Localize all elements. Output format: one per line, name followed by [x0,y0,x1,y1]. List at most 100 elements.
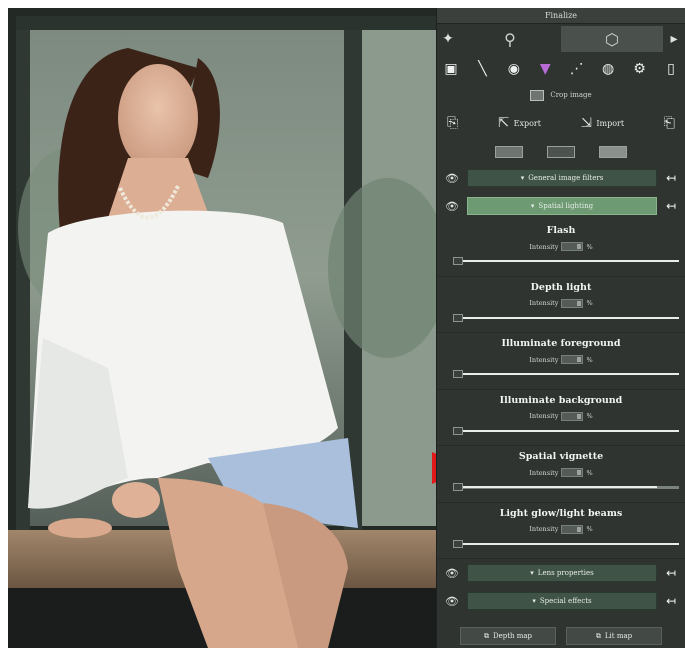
slider-handle[interactable] [453,313,463,322]
eye-icon[interactable]: 👁 [443,567,461,580]
import-icon: ⇲ [580,115,593,131]
intensity-input[interactable] [561,298,584,308]
preset-2[interactable] [547,146,575,158]
section-lens: 👁 ▾ Lens properties ↤ [437,559,685,587]
effect-3: Illuminate background Intensity% [437,390,685,446]
brush-icon[interactable]: ╲ [472,59,492,79]
intensity-row: Intensity% [437,524,685,534]
slider-fill [457,373,679,375]
intensity-input[interactable] [561,242,584,251]
sparkle-icon[interactable]: ✦ [437,31,459,47]
intensity-slider[interactable] [457,429,679,432]
special-effects-button[interactable]: ▾ Special effects [467,592,657,610]
intensity-slider[interactable] [457,260,679,262]
chevron-down-icon: ▾ [532,597,536,605]
intensity-slider[interactable] [457,316,679,319]
slider-fill [457,429,679,432]
color-wheel-icon[interactable]: ◉ [504,59,524,79]
eye-icon[interactable]: 👁 [443,200,461,213]
intensity-slider[interactable] [457,542,679,545]
reset-icon[interactable]: ↤ [663,171,679,185]
document-icon[interactable]: ▯ [661,59,681,79]
section-label: General image filters [528,174,604,182]
map-icon: ⧉ [483,631,489,640]
preset-3[interactable] [599,146,627,158]
depth-map-button[interactable]: ⧉ Depth map [460,627,556,645]
map-icon: ⧉ [595,631,601,640]
effect-0: Flash Intensity% [437,220,685,277]
effect-name: Illuminate background [499,394,623,406]
chevron-down-icon: ▾ [520,174,525,182]
intensity-slider[interactable] [457,373,679,375]
gear-icon[interactable]: ⚙ [630,59,650,79]
spatial-lighting-button[interactable]: ▾ Spatial lighting [467,197,657,215]
tab-3d[interactable]: ⬡ [561,26,663,52]
image-icon[interactable]: ▣ [441,59,461,79]
intensity-input[interactable] [561,355,584,364]
load-icon-button[interactable]: ⎗ [664,115,675,131]
intensity-row: Intensity% [437,298,685,308]
intensity-unit: % [586,525,593,533]
effect-4: Spatial vignette Intensity% [437,446,685,503]
finalize-panel: Finalize ✦ ⚲ ⬡ ▸ ▣ ╲ ◉ ▼ ⋰ ◍ ⚙ ▯ Crop im… [436,8,685,648]
nodes-icon[interactable]: ⋰ [567,59,587,79]
tab-search[interactable]: ⚲ [459,26,561,52]
save-icon-button[interactable]: ⎘ [447,115,458,131]
general-image-filters-button[interactable]: ▾ General image filters [467,169,657,187]
image-canvas[interactable] [8,8,436,648]
export-icon: ⇱ [497,115,510,131]
section-special: 👁 ▾ Special effects ↤ [437,587,685,615]
chevron-down-icon: ▾ [530,569,534,577]
slider-handle[interactable] [453,483,463,491]
effect-name: Depth light [530,281,592,293]
effect-name: Spatial vignette [518,451,604,462]
crop-label: Crop image [550,91,592,99]
eye-icon[interactable]: 👁 [443,595,461,608]
effect-name: Light glow/light beams [499,507,623,519]
slider-handle[interactable] [453,370,463,378]
intensity-input[interactable] [561,411,584,421]
preset-1[interactable] [495,146,523,158]
section-label: Lens properties [537,569,594,577]
intensity-label: Intensity [529,355,559,364]
lit-map-button[interactable]: ⧉ Lit map [566,627,662,645]
reset-icon[interactable]: ↤ [663,566,679,580]
reset-icon[interactable]: ↤ [663,594,679,608]
effect-1: Depth light Intensity% [437,277,685,333]
map-buttons: ⧉ Depth map ⧉ Lit map [437,624,685,648]
mode-tabs: ✦ ⚲ ⬡ ▸ [437,24,685,54]
eye-icon[interactable]: 👁 [443,172,461,185]
export-button[interactable]: ⇱ Export [498,115,541,131]
intensity-input[interactable] [561,524,584,534]
intensity-unit: % [586,299,593,307]
intensity-unit: % [586,355,593,364]
intensity-label: Intensity [529,412,559,420]
preset-row [437,140,685,164]
section-label: Spatial lighting [538,202,594,210]
crop-image-button[interactable]: Crop image [437,84,685,106]
intensity-label: Intensity [529,525,559,533]
tool-icon-row: ▣ ╲ ◉ ▼ ⋰ ◍ ⚙ ▯ [437,54,685,84]
expand-icon[interactable]: ▸ [663,31,685,47]
load-icon: ⎗ [663,115,675,131]
slider-handle[interactable] [453,539,463,548]
intensity-label: Intensity [529,299,559,307]
crop-icon [530,89,545,101]
slider-handle[interactable] [453,426,463,435]
magnifier-icon: ⚲ [504,29,516,49]
texture-icon[interactable]: ◍ [598,59,618,79]
intensity-input[interactable] [561,468,584,477]
slider-handle[interactable] [453,257,463,265]
intensity-unit: % [586,468,593,477]
intensity-unit: % [586,412,593,420]
intensity-row: Intensity% [437,242,685,251]
lens-properties-button[interactable]: ▾ Lens properties [467,564,657,582]
section-general: 👁 ▾ General image filters ↤ [437,164,685,192]
section-spatial-lighting: 👁 ▾ Spatial lighting ↤ [437,192,685,220]
export-import-row: ⎘ ⇱ Export ⇲ Import ⎗ [437,106,685,140]
rgb-icon[interactable]: ▼ [535,59,555,79]
reset-icon[interactable]: ↤ [663,199,679,213]
effect-5: Light glow/light beams Intensity% [437,503,685,559]
intensity-slider[interactable] [457,486,679,489]
import-button[interactable]: ⇲ Import [581,115,624,131]
